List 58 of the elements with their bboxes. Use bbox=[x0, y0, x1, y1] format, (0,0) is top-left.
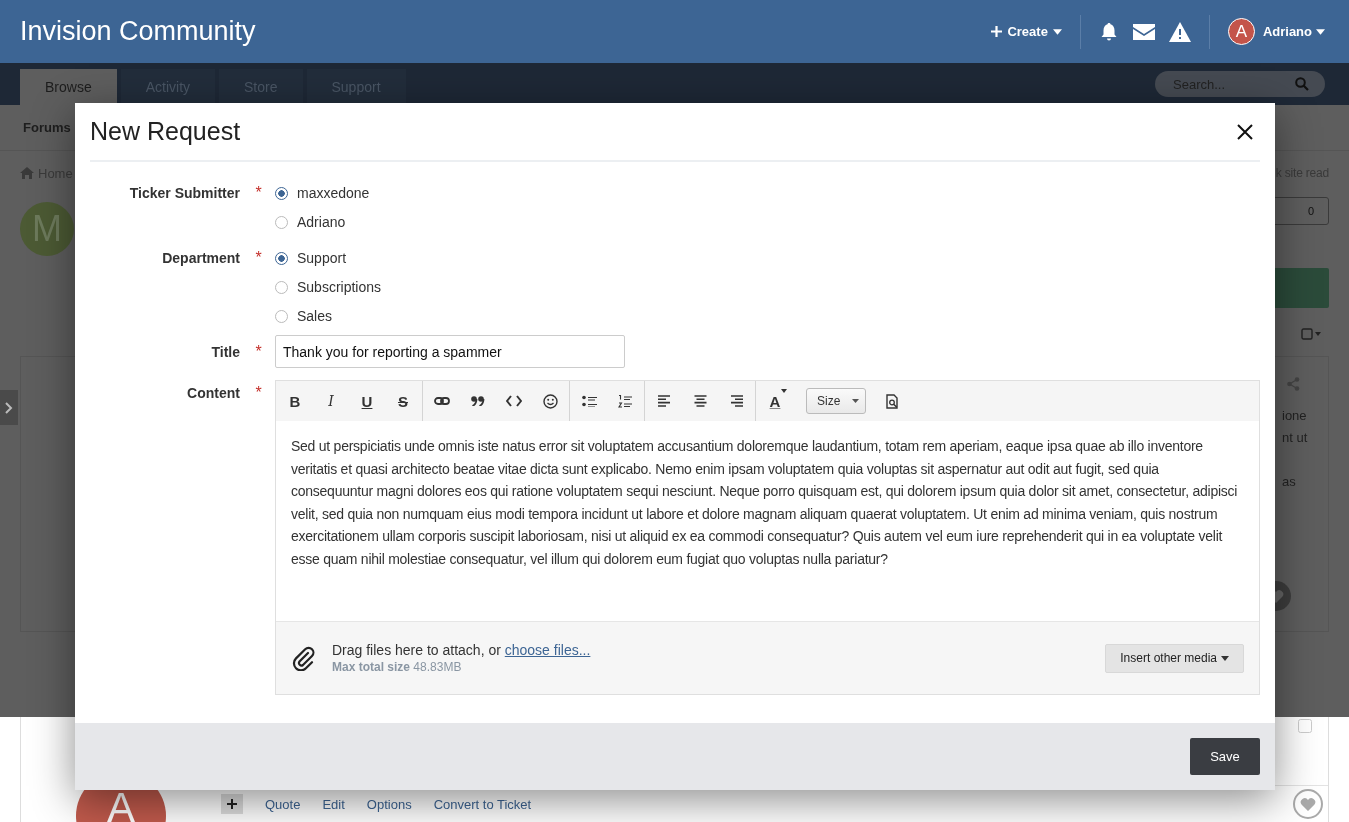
save-button[interactable]: Save bbox=[1190, 738, 1260, 775]
site-title[interactable]: Invision Community bbox=[20, 16, 256, 47]
radio-label[interactable]: Support bbox=[297, 247, 347, 269]
attach-hint: Drag files here to attach, or choose files... bbox=[332, 642, 592, 658]
post-action-link[interactable]: Quote bbox=[265, 796, 301, 812]
bold-button[interactable]: B bbox=[277, 381, 313, 421]
envelope-icon[interactable] bbox=[1132, 23, 1155, 40]
radio-button[interactable] bbox=[275, 251, 288, 265]
create-button[interactable]: Create bbox=[991, 24, 1062, 39]
caret-icon bbox=[1052, 28, 1062, 35]
checkbox-icon[interactable] bbox=[1298, 719, 1312, 733]
field-label: Ticker Submitter bbox=[128, 184, 240, 203]
caret-icon bbox=[1221, 655, 1229, 661]
chevron-icon bbox=[5, 401, 13, 414]
field-label: Title bbox=[210, 343, 240, 362]
plus-icon bbox=[227, 799, 237, 809]
sidebar-toggle[interactable] bbox=[0, 390, 18, 425]
radio-button[interactable] bbox=[275, 280, 288, 294]
radio-label[interactable]: Subscriptions bbox=[297, 276, 382, 298]
radio-label[interactable]: Adriano bbox=[297, 211, 346, 233]
post-action-link[interactable]: Edit bbox=[322, 796, 345, 812]
choose-files-link[interactable]: choose files... bbox=[504, 642, 591, 658]
required-mark: * bbox=[255, 384, 262, 401]
title-field[interactable]: Thank you for reporting a spammer bbox=[275, 335, 625, 368]
dialog-title: New Request bbox=[90, 117, 241, 146]
radio-label[interactable]: maxxedone bbox=[297, 182, 370, 204]
radio-label[interactable]: Sales bbox=[297, 305, 333, 327]
insert-media-button[interactable]: Insert other media bbox=[1105, 643, 1244, 673]
strikethrough-button[interactable]: S bbox=[385, 381, 421, 421]
size-dropdown[interactable]: Size bbox=[806, 388, 866, 414]
user-menu[interactable]: Adriano bbox=[1262, 24, 1312, 39]
caret-icon[interactable] bbox=[1316, 28, 1325, 35]
radio-button[interactable] bbox=[275, 309, 288, 323]
post-action-link[interactable]: Options bbox=[366, 796, 412, 812]
caret-icon bbox=[781, 389, 787, 393]
required-mark: * bbox=[255, 343, 262, 360]
radio-button[interactable] bbox=[275, 186, 288, 200]
multiquote-button[interactable] bbox=[221, 794, 243, 814]
max-size-note: Max total size 48.83MB bbox=[332, 660, 463, 674]
plus-icon bbox=[991, 26, 1003, 37]
field-label: Content bbox=[186, 384, 240, 403]
close-icon[interactable] bbox=[1237, 123, 1253, 140]
caret-icon bbox=[852, 399, 859, 403]
required-mark: * bbox=[255, 249, 262, 266]
warning-icon[interactable] bbox=[1168, 21, 1191, 42]
required-mark: * bbox=[255, 184, 262, 201]
editor-text[interactable]: Sed ut perspiciatis unde omnis iste natus error sit voluptatem accusantium doloremque laudantium, totam rem aperiam, eaque ipsa quae ab illo inventore veritatis et quasi architecto beatae vitae dicta sunt explicabo. Nemo enim ipsam voluptatem quia voluptas sit aspernatur aut odit aut fugit, sed quia consequuntur magni dolores eos qui ratione voluptatem sequi nesciunt. Neque porro quisquam est, qui dolorem ipsum quia dolor sit amet, consectetur, adipisci velit, sed quia non numquam eius modi tempora incidunt ut labore et dolore magnam aliquam quaerat voluptatem. Ut enim ad minima veniam, quis nostrum exercitationem ullam corporis suscipit laboriosam, nisi ut aliquid ex ea commodi consequatur? Quis autem vel eum iure reprehenderit qui in ea voluptate velit esse quam nihil molestiae consequatur, vel illum qui dolorem eum fugiat quo voluptas nulla pariatur? bbox=[276, 421, 1259, 621]
post-action-link[interactable]: Convert to Ticket bbox=[433, 796, 532, 812]
paperclip-icon bbox=[291, 645, 317, 671]
post-text: ione bbox=[1282, 407, 1308, 425]
checkbox-icon[interactable] bbox=[1301, 328, 1321, 340]
home-icon bbox=[20, 167, 34, 179]
radio-button[interactable] bbox=[275, 215, 288, 229]
user-avatar[interactable]: A bbox=[1227, 18, 1255, 45]
text-color-button[interactable]: A bbox=[757, 381, 793, 421]
underline-button[interactable]: U bbox=[349, 381, 385, 421]
field-label: Department bbox=[161, 249, 240, 268]
italic-button[interactable]: I bbox=[313, 381, 349, 421]
